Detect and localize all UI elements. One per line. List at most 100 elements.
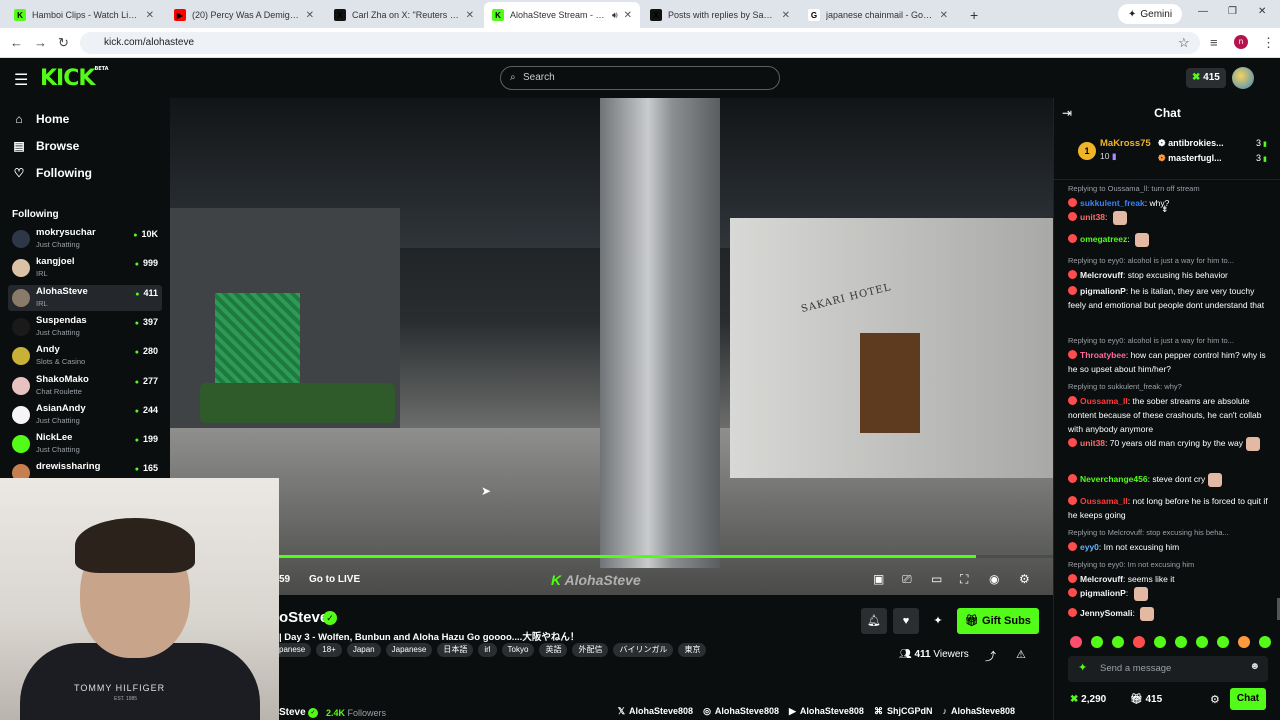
forward-icon[interactable]: →	[34, 35, 47, 50]
stream-tag[interactable]: Japanese	[385, 643, 433, 657]
reply-context[interactable]: Replying to sukkulent_freak: why?	[1068, 380, 1268, 394]
report-icon[interactable]: ⚠	[1016, 648, 1026, 661]
tab-close-icon[interactable]: ✕	[940, 10, 948, 21]
reply-context[interactable]: Replying to eyy0: alcohol is just a way …	[1068, 254, 1268, 268]
quick-emote-icon[interactable]	[1154, 636, 1166, 648]
quick-emote-icon[interactable]	[1070, 636, 1082, 648]
stream-tag[interactable]: バイリンガル	[613, 643, 674, 657]
about-streamer-name[interactable]: Steve	[279, 707, 306, 718]
reading-list-icon[interactable]: ≡	[1210, 35, 1218, 50]
streamer-name[interactable]: oSteve	[279, 609, 328, 626]
sidebar-channel-alohasteve[interactable]: AlohaSteveIRL 411	[8, 284, 162, 311]
sidebar-channel-mokrysuchar[interactable]: mokrysuchar Just Chatting 10K	[8, 226, 162, 252]
more-actions-button[interactable]: ✦	[925, 608, 951, 634]
kebab-menu-icon[interactable]: ⋮	[1262, 35, 1275, 51]
quick-emote-icon[interactable]	[1217, 636, 1229, 648]
settings-icon[interactable]: ⚙	[1019, 572, 1030, 586]
quick-emote-icon[interactable]	[1175, 636, 1187, 648]
sidebar-channel-nicklee[interactable]: NickLeeJust Chatting 199	[8, 431, 162, 457]
quick-emote-icon[interactable]	[1238, 636, 1250, 648]
chat-username[interactable]: Melcrovuff	[1080, 574, 1123, 584]
sidebar-channel-shakomako[interactable]: ShakoMakoChat Roulette 277	[8, 373, 162, 399]
chat-username[interactable]: Oussama_ll	[1080, 396, 1128, 406]
social-link[interactable]: ♪ AlohaSteve808	[942, 706, 1015, 717]
tab-close-icon[interactable]: ✕	[466, 10, 474, 21]
go-to-live-button[interactable]: Go to LIVE	[309, 574, 360, 585]
quick-emote-icon[interactable]	[1133, 636, 1145, 648]
quick-emote-icon[interactable]	[1259, 636, 1271, 648]
sidebar-channel-andy[interactable]: AndySlots & Casino 280	[8, 343, 162, 369]
chat-username[interactable]: unit38	[1080, 438, 1105, 448]
minimize-icon[interactable]: —	[1198, 6, 1208, 17]
tab-close-icon[interactable]: ✕	[306, 10, 314, 21]
stream-tag[interactable]: 英語	[539, 643, 568, 657]
tab-close-icon[interactable]: ✕	[146, 10, 154, 21]
browser-tab[interactable]: Gjapanese chainmail - Google Se... ✕	[800, 4, 956, 26]
browser-tab[interactable]: X Carl Zha on X: "Reuters Japan d... ✕	[326, 4, 482, 26]
browser-tab[interactable]: X Posts with replies by Sam Pepp... ✕	[642, 4, 798, 26]
chat-username[interactable]: unit38	[1080, 212, 1105, 222]
theater-mode-icon[interactable]: ▣	[873, 572, 884, 586]
stream-tag[interactable]: Japan	[346, 643, 381, 657]
quick-emote-icon[interactable]	[1112, 636, 1124, 648]
user-avatar[interactable]	[1232, 67, 1254, 89]
sidebar-channel-suspendas[interactable]: SuspendasJust Chatting 397	[8, 314, 162, 340]
stream-tag[interactable]: 日本語	[437, 643, 474, 657]
kicks-icon[interactable]: ✦	[1078, 661, 1087, 674]
browser-tab[interactable]: ▶ (20) Percy Was A Demigod Wh... ✕	[166, 4, 322, 26]
reply-context[interactable]: Replying to Melcrovuff: stop excusing hi…	[1068, 526, 1268, 540]
stream-tag[interactable]: irl	[478, 643, 497, 657]
chat-input[interactable]: ✦ Send a message ☻	[1068, 656, 1268, 682]
nav-home[interactable]: ⌂ Home	[12, 112, 69, 126]
tab-audio-icon[interactable]: 🔊︎	[612, 10, 618, 21]
gift-subs-button[interactable]: 🎁︎ Gift Subs	[957, 608, 1039, 634]
kicks-balance[interactable]: ✖ 415	[1186, 68, 1226, 88]
browser-tab[interactable]: K Hamboi Clips - Watch Live on Kick ✕	[6, 4, 162, 26]
stream-tag[interactable]: panese	[279, 643, 312, 657]
gemini-button[interactable]: ✦ Gemini	[1118, 4, 1183, 24]
new-tab-button[interactable]: +	[962, 4, 986, 26]
bookmark-star-icon[interactable]: ☆	[1178, 35, 1190, 51]
chat-settings-icon[interactable]: ⚙	[1210, 693, 1220, 706]
chat-username[interactable]: sukkulent_freak	[1080, 198, 1145, 208]
stream-tag[interactable]: 外配信	[572, 643, 609, 657]
social-link[interactable]: ◎ AlohaSteve808	[703, 706, 779, 717]
chat-username[interactable]: omegatreez	[1080, 234, 1127, 244]
close-window-icon[interactable]: ✕	[1258, 6, 1266, 17]
reply-context[interactable]: Replying to eyy0: Im not excusing him	[1068, 558, 1268, 572]
search-input[interactable]: ⌕ Search	[500, 66, 780, 90]
chat-username[interactable]: Throatybee	[1080, 350, 1126, 360]
chat-username[interactable]: eyy0	[1080, 542, 1099, 552]
browser-tab[interactable]: K AlohaSteve Stream - Watch 🔊︎ ✕	[484, 2, 640, 28]
chat-kicks-count[interactable]: ✖ 2,290	[1070, 694, 1106, 705]
sidebar-channel-asianandy[interactable]: AsianAndyJust Chatting 244	[8, 402, 162, 428]
url-field[interactable]: kick.com/alohasteve	[80, 32, 1200, 54]
chat-username[interactable]: Melcrovuff	[1080, 270, 1123, 280]
notification-bell-button[interactable]: 🔔︎	[861, 608, 887, 634]
social-link[interactable]: 𝕏 AlohaSteve808	[618, 706, 693, 717]
quick-emote-icon[interactable]	[1091, 636, 1103, 648]
reply-context[interactable]: Replying to Oussama_ll: turn off stream	[1068, 182, 1268, 196]
kick-logo[interactable]: KICKBETA	[40, 66, 109, 91]
back-icon[interactable]: ←	[10, 35, 23, 50]
chat-username[interactable]: pigmalionP	[1080, 588, 1126, 598]
maximize-icon[interactable]: ❐	[1228, 6, 1237, 17]
profile-avatar[interactable]: n	[1234, 35, 1248, 49]
stream-tag[interactable]: 18+	[316, 643, 342, 657]
share-icon[interactable]: ⤴	[985, 648, 996, 664]
follow-heart-button[interactable]: ♥	[893, 608, 919, 634]
stream-tag[interactable]: 東京	[678, 643, 707, 657]
reply-context[interactable]: Replying to eyy0: alcohol is just a way …	[1068, 334, 1268, 348]
leaderboard-first-name[interactable]: MaKross75	[1100, 138, 1151, 149]
reload-icon[interactable]: ↻	[58, 35, 69, 51]
fullscreen-icon[interactable]: ⛶	[960, 572, 968, 587]
quick-emote-icon[interactable]	[1196, 636, 1208, 648]
hamburger-menu-icon[interactable]: ☰	[14, 70, 28, 90]
progress-bar[interactable]	[279, 555, 1053, 558]
social-link[interactable]: ▶ AlohaSteve808	[789, 706, 864, 717]
chat-username[interactable]: JennySomali	[1080, 608, 1132, 618]
mini-player-icon[interactable]: ▭	[931, 572, 942, 586]
video-player[interactable]: SAKARI HOTEL ➤	[170, 98, 1053, 595]
chat-gift-count[interactable]: 🎁︎ 415	[1130, 694, 1162, 705]
tab-close-icon[interactable]: ✕	[624, 10, 632, 21]
